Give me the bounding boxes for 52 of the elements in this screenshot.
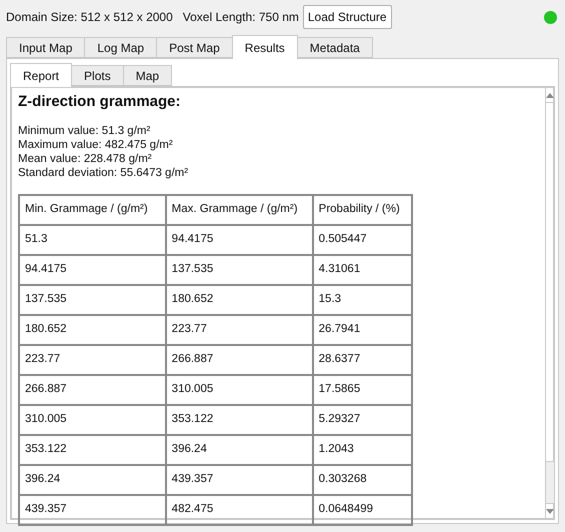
up-arrow-icon — [546, 92, 554, 98]
table-cell: 310.005 — [166, 374, 313, 404]
column-header: Min. Grammage / (g/m²) — [19, 194, 166, 224]
table-cell: 5.29327 — [312, 404, 412, 434]
table-cell: 0.0648499 — [312, 494, 412, 524]
table-cell: 223.77 — [166, 314, 313, 344]
table-cell: 353.122 — [166, 404, 313, 434]
column-header: Probability / (%) — [312, 194, 412, 224]
table-cell: 51.3 — [19, 224, 166, 254]
table-cell: 482.475 — [166, 494, 313, 524]
tab[interactable]: Map — [122, 65, 172, 86]
statistic-line: Standard deviation: 55.6473 g/m² — [18, 166, 190, 180]
table-cell: 15.3 — [312, 284, 412, 314]
load-structure-button[interactable]: Load Structure — [302, 5, 392, 29]
scrollbar-thumb[interactable] — [546, 461, 554, 503]
table-cell: 396.24 — [166, 434, 313, 464]
table-cell: 310.005 — [19, 404, 166, 434]
tab[interactable]: Metadata — [296, 37, 373, 58]
table-cell: 396.24 — [19, 464, 166, 494]
voxel-length-label: Voxel Length: 750 nm — [182, 9, 299, 26]
table-cell: 94.4175 — [19, 254, 166, 284]
table-cell: 266.887 — [166, 344, 313, 374]
table-cell: 180.652 — [166, 284, 313, 314]
statistic-line: Mean value: 228.478 g/m² — [18, 152, 153, 166]
tab[interactable]: Log Map — [84, 37, 158, 58]
table-cell: 137.535 — [166, 254, 313, 284]
column-header: Max. Grammage / (g/m²) — [166, 194, 313, 224]
statistic-line: Maximum value: 482.475 g/m² — [18, 138, 174, 152]
table-cell: 137.535 — [19, 284, 166, 314]
table-cell: 26.7941 — [312, 314, 412, 344]
table-cell: 94.4175 — [166, 224, 313, 254]
report-heading: Z-direction grammage: — [18, 92, 182, 112]
table-cell: 4.31061 — [312, 254, 412, 284]
table-cell: 0.505447 — [312, 224, 412, 254]
tab[interactable]: Plots — [71, 65, 124, 86]
table-cell: 17.5865 — [312, 374, 412, 404]
table-cell: 28.6377 — [312, 344, 412, 374]
table-cell: 266.887 — [19, 374, 166, 404]
tab[interactable]: Results — [232, 35, 298, 59]
table-cell: 1.2043 — [312, 434, 412, 464]
tab[interactable]: Post Map — [156, 37, 233, 58]
table-cell: 180.652 — [19, 314, 166, 344]
table-cell: 439.357 — [19, 494, 166, 524]
tab[interactable]: Input Map — [6, 37, 86, 58]
table-cell: 0.303268 — [312, 464, 412, 494]
down-arrow-icon — [546, 508, 554, 514]
table-cell: 223.77 — [19, 344, 166, 374]
table-cell: 353.122 — [19, 434, 166, 464]
table-cell: 439.357 — [166, 464, 313, 494]
domain-size-label: Domain Size: 512 x 512 x 2000 — [6, 9, 173, 26]
statistic-line: Minimum value: 51.3 g/m² — [18, 124, 152, 138]
tab[interactable]: Report — [10, 63, 72, 87]
